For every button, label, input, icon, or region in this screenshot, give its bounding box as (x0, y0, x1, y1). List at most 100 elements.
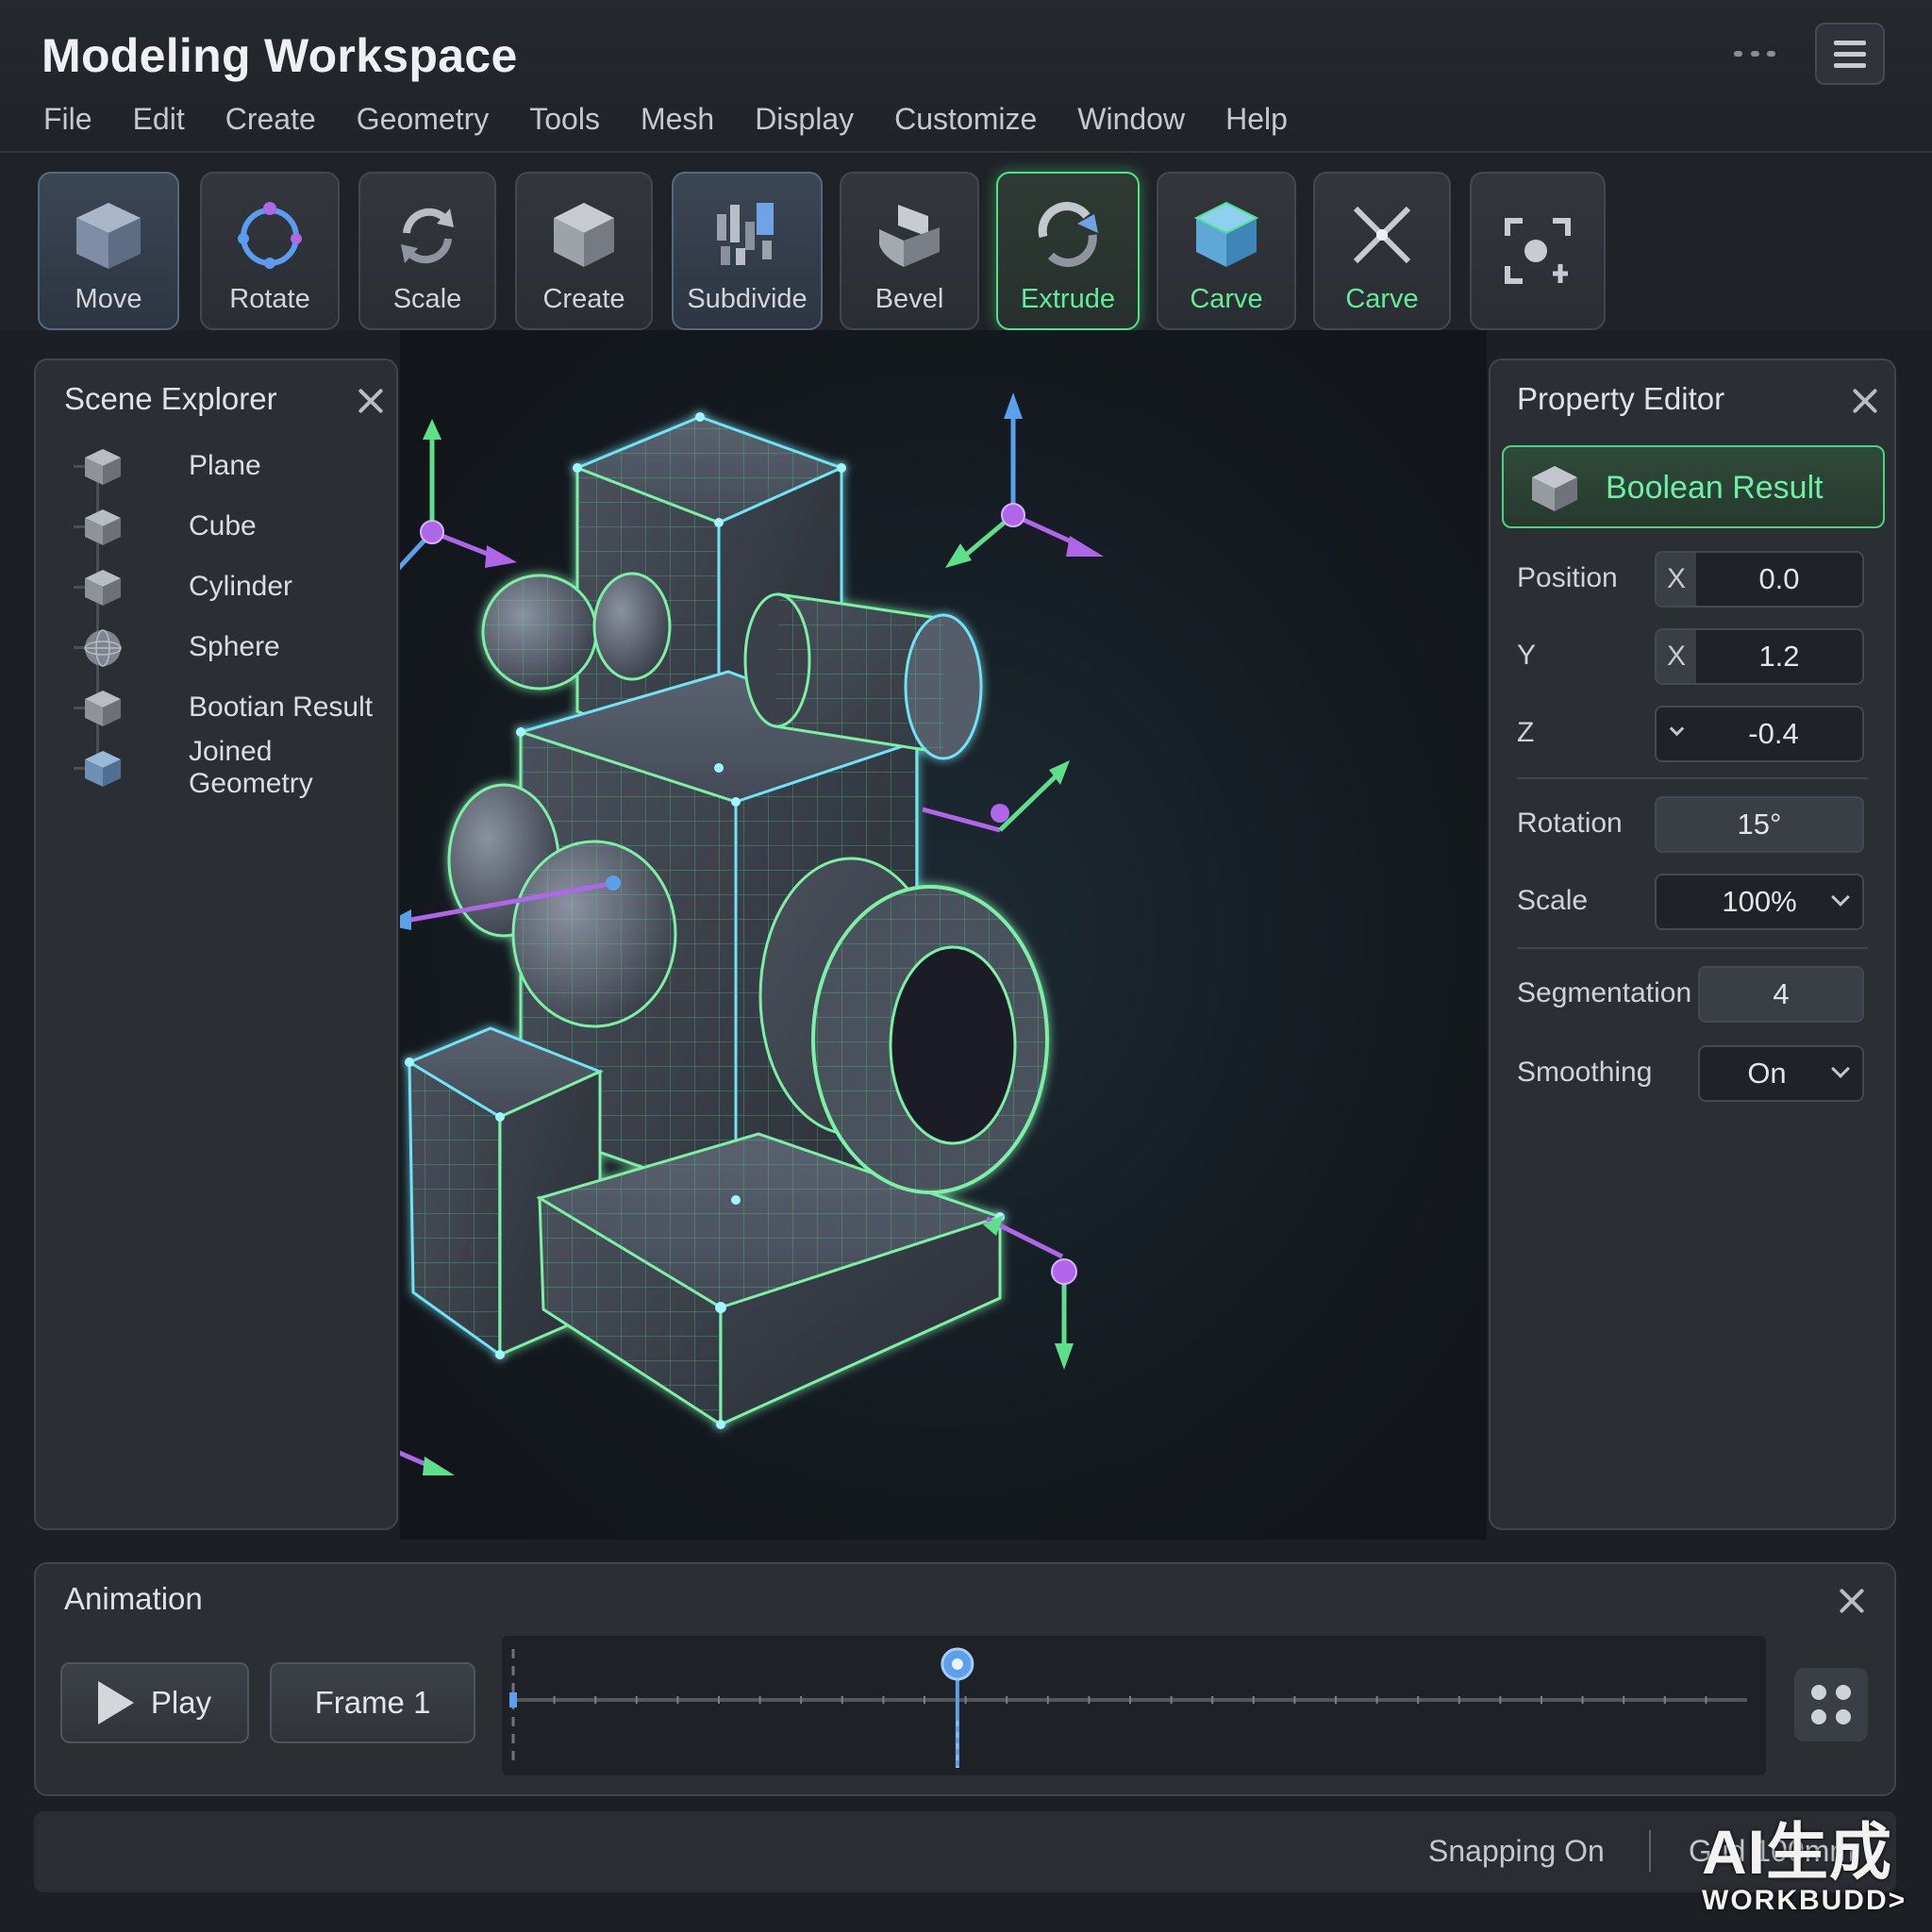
rotate-label: Rotate (229, 284, 310, 314)
z-row: Z -0.4 (1517, 706, 1875, 762)
cube-icon (554, 203, 614, 267)
menu-edit[interactable]: Edit (133, 102, 185, 137)
close-icon[interactable] (1851, 387, 1879, 415)
scale-row: Scale 100% (1517, 874, 1875, 930)
scene-item-label: Sphere (189, 631, 280, 662)
extrude-label: Extrude (1021, 284, 1115, 314)
watermark-bottom: WORKBUDD> (1702, 1885, 1907, 1916)
rotate-button[interactable]: Rotate (200, 172, 340, 330)
animation-title: Animation (64, 1581, 203, 1616)
transform-gizmo-bottom-left (365, 1324, 455, 1475)
subdivide-label: Subdivide (687, 284, 808, 314)
menu-create[interactable]: Create (225, 102, 316, 137)
scene-item-cylinder[interactable]: Cylinder (62, 557, 383, 617)
scene-item-cube[interactable]: Cube (62, 496, 383, 557)
segmentation-label: Segmentation (1517, 977, 1692, 1008)
segmentation-value: 4 (1773, 977, 1790, 1010)
subdivide-button[interactable]: Subdivide (672, 172, 823, 330)
chevron-down-icon[interactable] (1669, 721, 1685, 737)
blue-cube-icon (85, 751, 121, 787)
create-label: Create (542, 284, 625, 314)
divider (1517, 777, 1868, 779)
carve-button[interactable]: Carve (1157, 172, 1296, 330)
scene-item-boolean-result[interactable]: Bootian Result (62, 677, 383, 738)
y-row: Y X 1.2 (1517, 628, 1875, 685)
bevel-button[interactable]: Bevel (840, 172, 979, 330)
more-options-icon[interactable] (1734, 49, 1775, 58)
cube-icon (85, 449, 121, 485)
scene-item-label: Bootian Result (189, 691, 374, 723)
menu-bar: File Edit Create Geometry Tools Mesh Dis… (43, 102, 1328, 137)
rotate-icon (238, 202, 302, 269)
position-y-value: 1.2 (1758, 640, 1800, 673)
sphere-icon (84, 629, 122, 667)
position-z-field[interactable]: -0.4 (1655, 706, 1864, 762)
move-button[interactable]: Move (38, 172, 179, 330)
close-icon[interactable] (1838, 1587, 1866, 1615)
menu-display[interactable]: Display (755, 102, 854, 137)
scale-label: Scale (392, 284, 462, 314)
divider (1517, 947, 1868, 949)
scene-item-plane[interactable]: Plane (62, 436, 383, 496)
scene-explorer-panel: Scene Explorer Plane Cube Cylinder Spher… (34, 358, 398, 1530)
scene-explorer-title: Scene Explorer (64, 381, 277, 416)
selected-object-chip[interactable]: Boolean Result (1502, 445, 1885, 528)
menu-file[interactable]: File (43, 102, 92, 137)
scale-button[interactable]: Scale (358, 172, 496, 330)
3d-viewport[interactable] (365, 330, 1487, 1540)
play-icon (97, 1681, 134, 1724)
menu-customize[interactable]: Customize (894, 102, 1037, 137)
position-row: Position X 0.0 (1517, 551, 1875, 608)
cube-icon (85, 570, 121, 606)
chevron-down-icon (1831, 1059, 1850, 1078)
carve-alt-button[interactable]: Carve (1313, 172, 1451, 330)
focus-button[interactable] (1470, 172, 1606, 330)
scale-dropdown[interactable]: 100% (1655, 874, 1864, 930)
extrude-button[interactable]: Extrude (996, 172, 1140, 330)
scene-item-label: Joined Geometry (189, 736, 313, 799)
position-x-field[interactable]: X 0.0 (1655, 551, 1864, 608)
scale-icon (401, 208, 454, 264)
position-z-value: -0.4 (1748, 717, 1799, 750)
menu-help[interactable]: Help (1225, 102, 1288, 137)
smoothing-dropdown[interactable]: On (1698, 1045, 1864, 1102)
scene-item-sphere[interactable]: Sphere (62, 617, 383, 677)
cube-icon (85, 691, 121, 726)
timeline[interactable] (502, 1636, 1766, 1775)
frame-label: Frame 1 (314, 1685, 431, 1720)
app-title: Modeling Workspace (42, 29, 518, 82)
playhead[interactable] (941, 1647, 974, 1768)
menu-tools[interactable]: Tools (529, 102, 600, 137)
menu-mesh[interactable]: Mesh (641, 102, 714, 137)
transform-gizmo-top-right (945, 392, 1104, 568)
scene-item-label: Cube (189, 510, 257, 541)
grid-view-button[interactable] (1794, 1668, 1868, 1741)
segmentation-row: Segmentation 4 (1517, 966, 1875, 1023)
rotation-value: 15° (1737, 808, 1782, 841)
menu-geometry[interactable]: Geometry (357, 102, 489, 137)
carve-label: Carve (1190, 284, 1263, 314)
scene-item-joined-geometry[interactable]: Joined Geometry (62, 736, 383, 799)
status-separator (1649, 1830, 1651, 1872)
scale-value: 100% (1722, 885, 1797, 918)
position-y-field[interactable]: X 1.2 (1655, 628, 1864, 685)
property-editor-title: Property Editor (1517, 381, 1725, 416)
menu-window[interactable]: Window (1077, 102, 1185, 137)
title-bar: Modeling Workspace File Edit Create Geom… (0, 0, 1932, 153)
hamburger-menu-button[interactable] (1815, 23, 1885, 85)
watermark: AI生成 WORKBUDD> (1702, 1819, 1919, 1923)
play-button[interactable]: Play (60, 1662, 249, 1743)
snapping-status[interactable]: Snapping On (1428, 1834, 1605, 1869)
frame-button[interactable]: Frame 1 (270, 1662, 475, 1743)
rotation-field[interactable]: 15° (1655, 796, 1864, 853)
rotation-label: Rotation (1517, 808, 1623, 839)
position-x-value: 0.0 (1758, 562, 1800, 595)
play-label: Play (150, 1685, 212, 1720)
property-editor-panel: Property Editor Boolean Result Position … (1489, 358, 1896, 1530)
create-button[interactable]: Create (515, 172, 653, 330)
close-icon[interactable] (357, 387, 385, 415)
smoothing-label: Smoothing (1517, 1057, 1653, 1088)
rotation-row: Rotation 15° (1517, 796, 1875, 853)
axis-x-tag: X (1657, 553, 1696, 606)
segmentation-field[interactable]: 4 (1698, 966, 1864, 1023)
